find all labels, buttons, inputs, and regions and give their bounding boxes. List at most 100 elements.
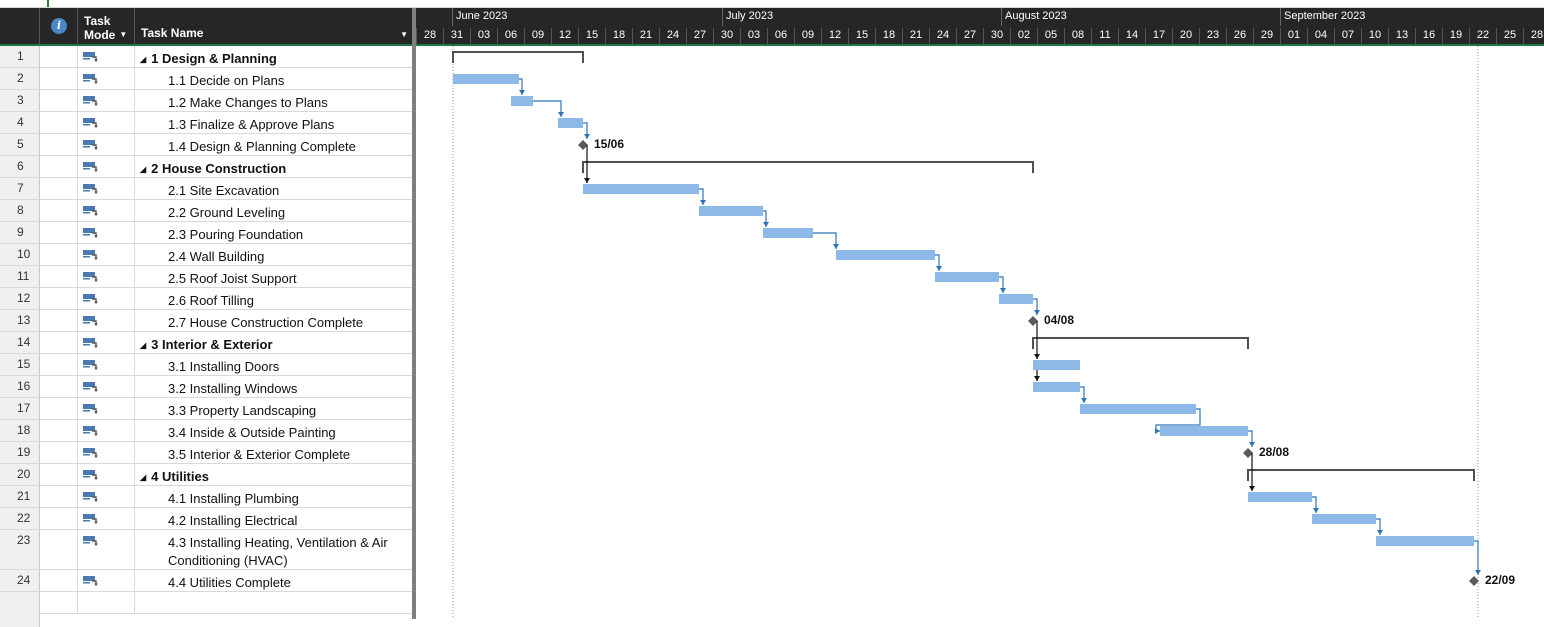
task-mode-cell[interactable] xyxy=(78,266,135,287)
row-number[interactable]: 24 xyxy=(0,570,40,591)
task-mode-cell[interactable] xyxy=(78,508,135,529)
indicator-cell[interactable] xyxy=(40,156,78,177)
indicator-cell[interactable] xyxy=(40,398,78,419)
gantt-bar[interactable] xyxy=(699,206,763,216)
table-row[interactable]: 5 1.4 Design & Planning Complete xyxy=(0,134,412,156)
task-name-cell[interactable]: 1.3 Finalize & Approve Plans xyxy=(135,112,412,133)
gantt-bar[interactable] xyxy=(583,184,699,194)
task-name-cell[interactable]: 2.2 Ground Leveling xyxy=(135,200,412,221)
table-row[interactable]: 16 3.2 Installing Windows xyxy=(0,376,412,398)
task-mode-cell[interactable] xyxy=(78,420,135,441)
row-number[interactable]: 15 xyxy=(0,354,40,375)
indicator-cell[interactable] xyxy=(40,46,78,67)
indicator-cell[interactable] xyxy=(40,310,78,331)
row-number[interactable]: 2 xyxy=(0,68,40,89)
table-row[interactable]: 17 3.3 Property Landscaping xyxy=(0,398,412,420)
table-row[interactable]: 11 2.5 Roof Joist Support xyxy=(0,266,412,288)
indicator-cell[interactable] xyxy=(40,508,78,529)
task-name-cell[interactable]: 2.3 Pouring Foundation xyxy=(135,222,412,243)
task-mode-cell[interactable] xyxy=(78,68,135,89)
gantt-bar[interactable] xyxy=(1376,536,1474,546)
indicator-cell[interactable] xyxy=(40,420,78,441)
row-number[interactable]: 23 xyxy=(0,530,40,569)
collapse-triangle-icon[interactable]: ◢ xyxy=(140,473,146,482)
task-name-cell[interactable]: 3.5 Interior & Exterior Complete xyxy=(135,442,412,463)
task-name-cell[interactable]: ◢ 1 Design & Planning xyxy=(135,46,412,67)
indicator-cell[interactable] xyxy=(40,112,78,133)
table-row[interactable]: 18 3.4 Inside & Outside Painting xyxy=(0,420,412,442)
task-mode-cell[interactable] xyxy=(78,288,135,309)
task-mode-cell[interactable] xyxy=(78,592,135,613)
task-mode-column-header[interactable]: Task Mode ▼ xyxy=(78,8,135,44)
gantt-bar[interactable] xyxy=(999,294,1033,304)
indicator-cell[interactable] xyxy=(40,464,78,485)
task-mode-cell[interactable] xyxy=(78,486,135,507)
gantt-bar[interactable] xyxy=(1248,492,1312,502)
summary-bar[interactable] xyxy=(1032,337,1249,349)
task-name-cell[interactable]: 1.4 Design & Planning Complete xyxy=(135,134,412,155)
row-number[interactable]: 4 xyxy=(0,112,40,133)
task-name-cell[interactable]: ◢ 4 Utilities xyxy=(135,464,412,485)
task-mode-cell[interactable] xyxy=(78,156,135,177)
indicator-cell[interactable] xyxy=(40,68,78,89)
row-number[interactable]: 20 xyxy=(0,464,40,485)
collapse-triangle-icon[interactable]: ◢ xyxy=(140,165,146,174)
summary-bar[interactable] xyxy=(582,161,1034,173)
indicator-cell[interactable] xyxy=(40,134,78,155)
gantt-bar[interactable] xyxy=(763,228,813,238)
task-mode-cell[interactable] xyxy=(78,112,135,133)
task-mode-cell[interactable] xyxy=(78,222,135,243)
indicator-cell[interactable] xyxy=(40,178,78,199)
row-number[interactable]: 9 xyxy=(0,222,40,243)
table-row[interactable]: 22 4.2 Installing Electrical xyxy=(0,508,412,530)
task-mode-cell[interactable] xyxy=(78,442,135,463)
task-name-cell[interactable]: 4.4 Utilities Complete xyxy=(135,570,412,591)
indicator-cell[interactable] xyxy=(40,200,78,221)
gantt-bar[interactable] xyxy=(453,74,519,84)
row-number[interactable]: 7 xyxy=(0,178,40,199)
indicator-cell[interactable] xyxy=(40,442,78,463)
task-name-cell[interactable]: ◢ 2 House Construction xyxy=(135,156,412,177)
task-mode-cell[interactable] xyxy=(78,530,135,569)
table-row[interactable]: 23 4.3 Installing Heating, Ventilation & … xyxy=(0,530,412,570)
indicator-cell[interactable] xyxy=(40,486,78,507)
gantt-bar[interactable] xyxy=(1033,360,1080,370)
gantt-bar[interactable] xyxy=(836,250,935,260)
gantt-bar[interactable] xyxy=(1312,514,1376,524)
table-row[interactable]: 1 ◢ 1 Design & Planning xyxy=(0,46,412,68)
task-name-cell[interactable]: 1.2 Make Changes to Plans xyxy=(135,90,412,111)
summary-bar[interactable] xyxy=(452,51,584,63)
row-number[interactable]: 8 xyxy=(0,200,40,221)
table-row[interactable]: 19 3.5 Interior & Exterior Complete xyxy=(0,442,412,464)
table-row[interactable]: 3 1.2 Make Changes to Plans xyxy=(0,90,412,112)
task-mode-cell[interactable] xyxy=(78,90,135,111)
indicator-cell[interactable] xyxy=(40,222,78,243)
collapse-triangle-icon[interactable]: ◢ xyxy=(140,341,146,350)
empty-row[interactable] xyxy=(0,592,412,614)
indicator-cell[interactable] xyxy=(40,90,78,111)
row-number[interactable]: 21 xyxy=(0,486,40,507)
row-number[interactable]: 17 xyxy=(0,398,40,419)
indicator-cell[interactable] xyxy=(40,288,78,309)
row-number[interactable]: 22 xyxy=(0,508,40,529)
timescale-header[interactable]: June 2023 July 2023 August 2023 September 2… xyxy=(416,8,1544,46)
table-row[interactable]: 4 1.3 Finalize & Approve Plans xyxy=(0,112,412,134)
task-name-cell[interactable]: ◢ 3 Interior & Exterior xyxy=(135,332,412,353)
row-number[interactable]: 1 xyxy=(0,46,40,67)
task-name-cell[interactable]: 2.4 Wall Building xyxy=(135,244,412,265)
task-mode-cell[interactable] xyxy=(78,398,135,419)
row-number[interactable]: 18 xyxy=(0,420,40,441)
task-mode-cell[interactable] xyxy=(78,46,135,67)
task-mode-cell[interactable] xyxy=(78,464,135,485)
task-name-cell[interactable]: 3.2 Installing Windows xyxy=(135,376,412,397)
row-number[interactable]: 12 xyxy=(0,288,40,309)
indicator-cell[interactable] xyxy=(40,354,78,375)
indicator-cell[interactable] xyxy=(40,332,78,353)
table-row[interactable]: 14 ◢ 3 Interior & Exterior xyxy=(0,332,412,354)
table-row[interactable]: 9 2.3 Pouring Foundation xyxy=(0,222,412,244)
row-number[interactable]: 11 xyxy=(0,266,40,287)
task-name-cell[interactable]: 4.3 Installing Heating, Ventilation & Ai… xyxy=(135,530,412,569)
gantt-bar[interactable] xyxy=(558,118,583,128)
table-row[interactable]: 13 2.7 House Construction Complete xyxy=(0,310,412,332)
task-mode-cell[interactable] xyxy=(78,244,135,265)
